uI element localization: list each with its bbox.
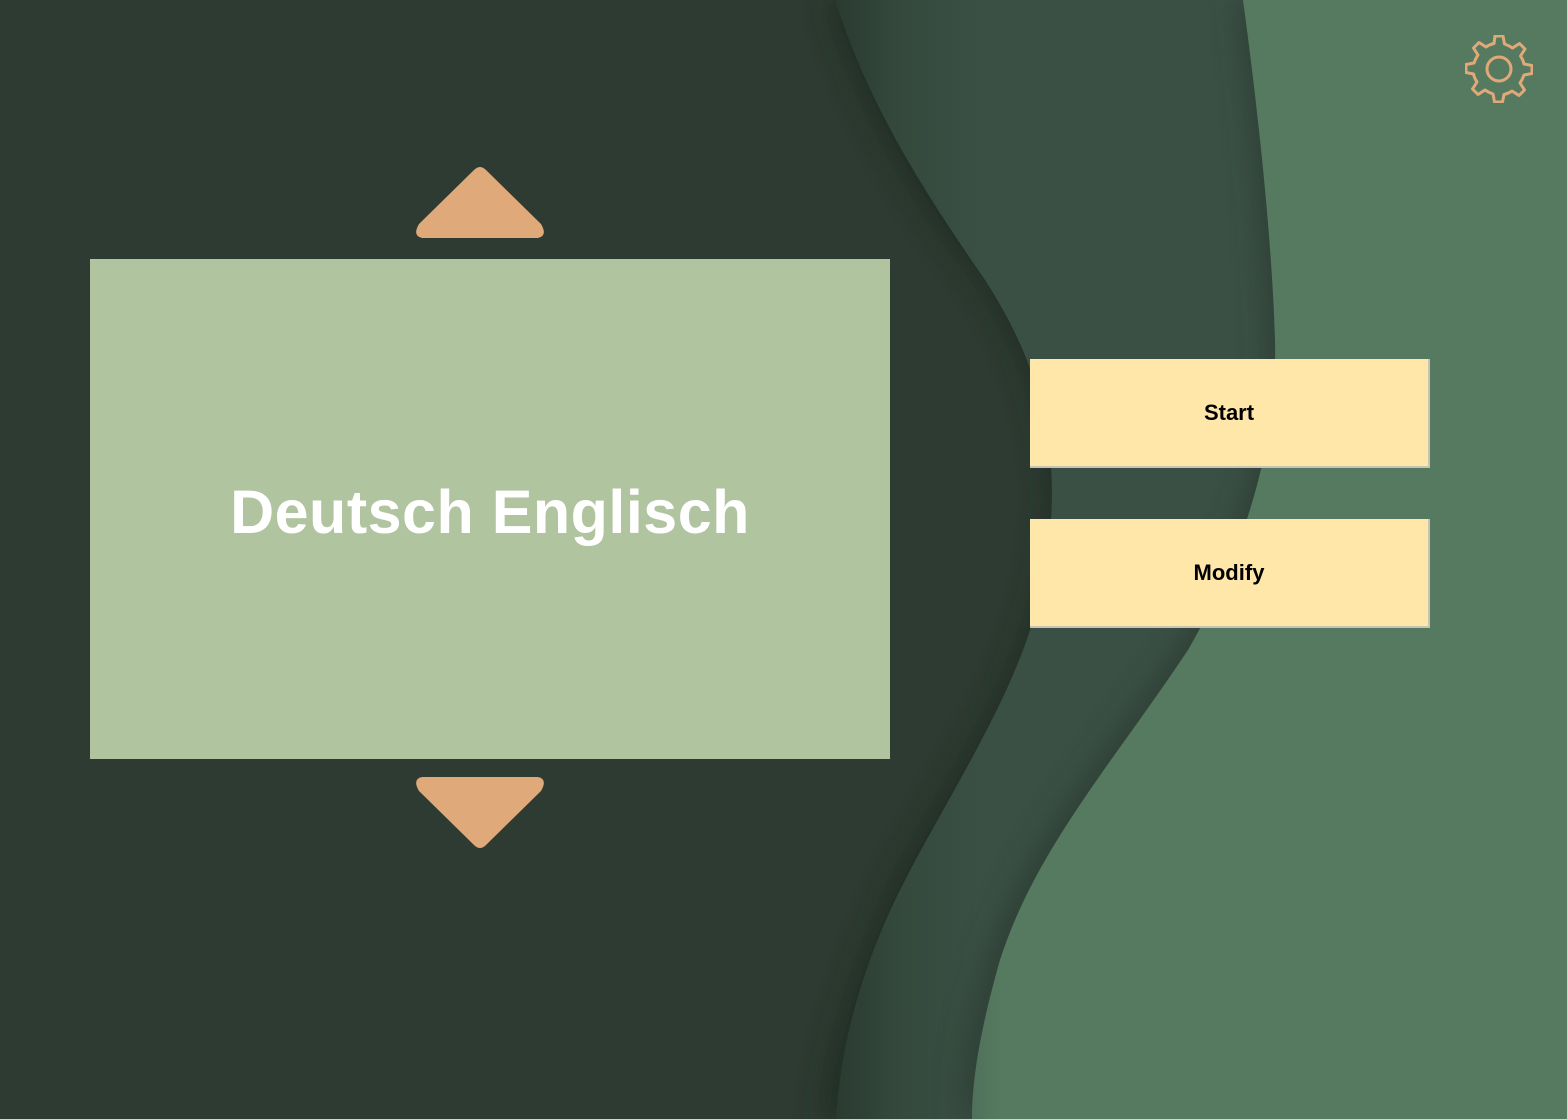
modify-button[interactable]: Modify [1030,519,1430,628]
settings-button[interactable] [1465,35,1533,103]
arrow-down-icon [416,777,544,848]
deck-title: Deutsch Englisch [230,478,750,546]
app-window: Deutsch Englisch Start Modify [0,0,1567,1119]
previous-deck-button[interactable] [414,164,546,240]
deck-card[interactable]: Deutsch Englisch [90,259,890,759]
start-button[interactable]: Start [1030,359,1430,468]
arrow-up-icon [416,167,544,238]
next-deck-button[interactable] [414,775,546,851]
gear-icon [1465,35,1533,103]
